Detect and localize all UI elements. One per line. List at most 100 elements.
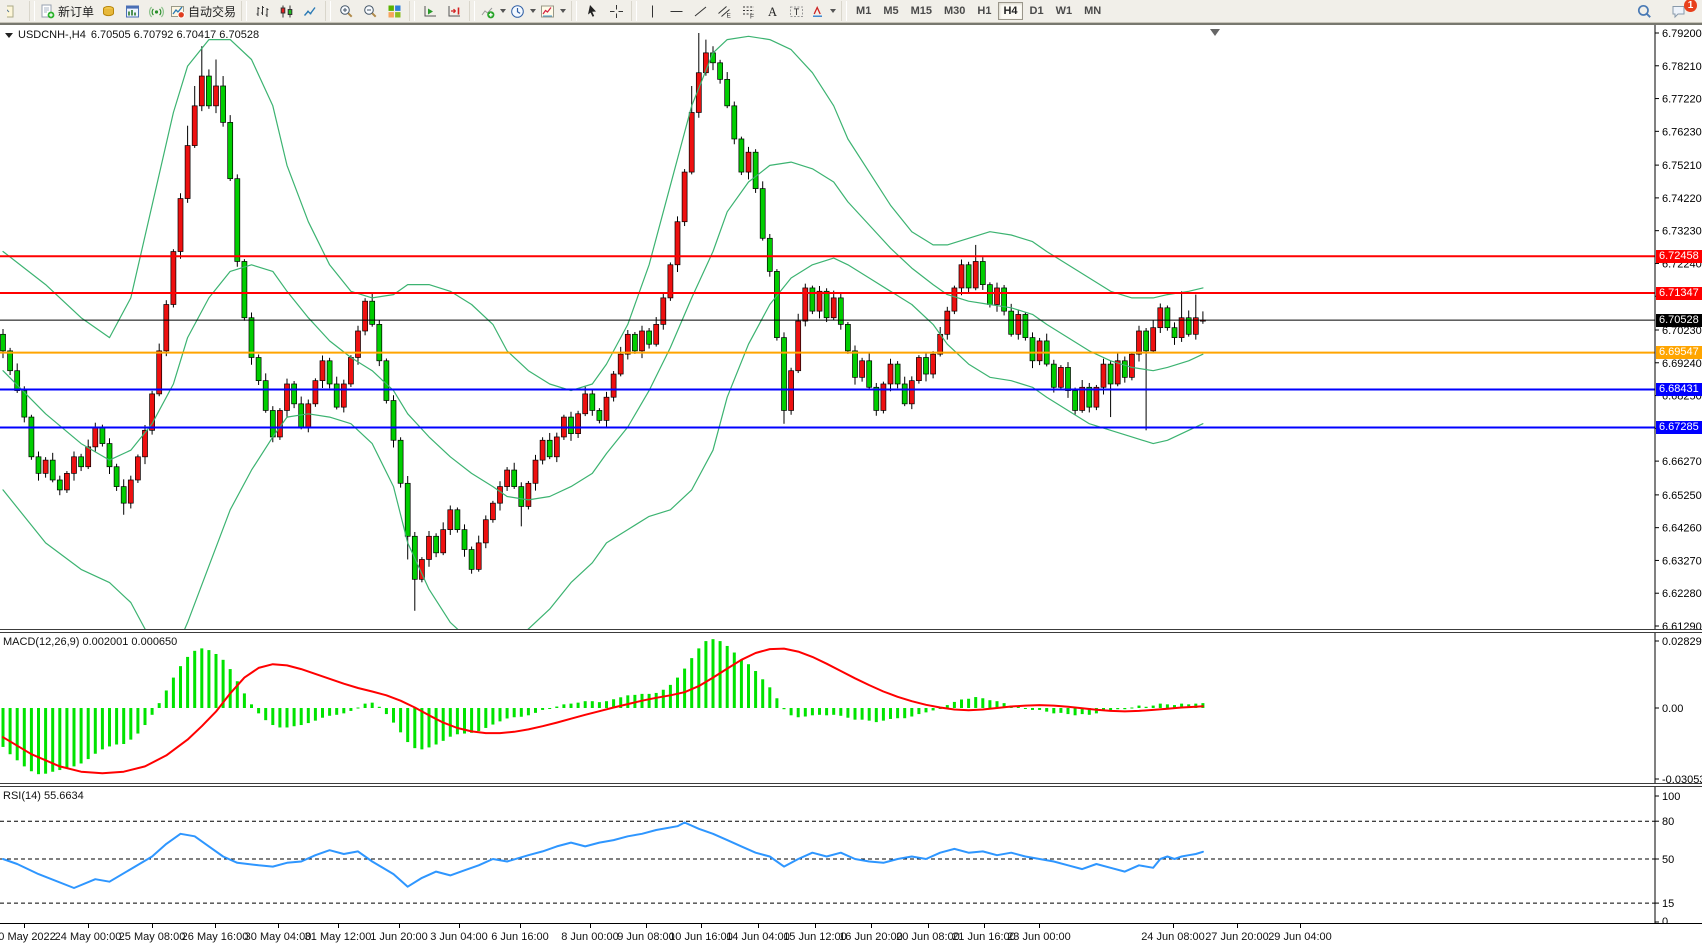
- new-order-button[interactable]: 新订单: [38, 1, 96, 21]
- rsi-tick-label: 15: [1662, 898, 1674, 910]
- time-tick: [459, 924, 460, 928]
- time-tick: [1039, 924, 1040, 928]
- label-button[interactable]: T: [784, 1, 808, 21]
- signal-button[interactable]: [144, 1, 168, 21]
- price-tick-label: 6.63270: [1662, 555, 1702, 567]
- trendline-button[interactable]: [688, 1, 712, 21]
- zoom-out-icon: [363, 4, 378, 19]
- shift-button[interactable]: [442, 1, 466, 21]
- chevron-down-icon[interactable]: [500, 9, 506, 13]
- price-level-badge: 6.68431: [1656, 383, 1702, 396]
- timeframe-button-d1[interactable]: D1: [1025, 2, 1049, 20]
- timeframe-button-w1[interactable]: W1: [1051, 2, 1078, 20]
- price-tick-label: 6.66270: [1662, 456, 1702, 468]
- time-tick: [646, 924, 647, 928]
- price-tick-label: 6.75210: [1662, 160, 1702, 172]
- arrows-button[interactable]: [808, 1, 838, 21]
- symbol-collapse-icon[interactable]: [5, 33, 13, 38]
- linechart-button[interactable]: [298, 1, 322, 21]
- time-tick-label: 23 Jun 00:00: [994, 931, 1084, 943]
- zoom-out-button[interactable]: [358, 1, 382, 21]
- time-tick: [278, 924, 279, 928]
- price-tick-label: 6.76230: [1662, 126, 1702, 138]
- template-icon: [540, 4, 555, 19]
- periods-button[interactable]: [508, 1, 538, 21]
- price-tick-label: 6.79200: [1662, 28, 1702, 40]
- chevron-down-icon[interactable]: [830, 9, 836, 13]
- vline-button[interactable]: [640, 1, 664, 21]
- time-tick: [701, 924, 702, 928]
- price-tick-label: 6.73230: [1662, 226, 1702, 238]
- rsi-label: RSI(14) 55.6634: [3, 790, 84, 802]
- svg-text:T: T: [793, 6, 799, 16]
- rsi-panel-canvas[interactable]: 1008050150: [0, 787, 1702, 923]
- candles-button[interactable]: [274, 1, 298, 21]
- chart-window: USDCNH-,H4 6.70505 6.70792 6.70417 6.705…: [0, 25, 1702, 946]
- timeframe-button-h1[interactable]: H1: [972, 2, 996, 20]
- time-tick: [520, 924, 521, 928]
- price-level-badge: 6.71347: [1656, 287, 1702, 300]
- shift-icon: [447, 4, 462, 19]
- hline-button[interactable]: [664, 1, 688, 21]
- price-tick-label: 6.61290: [1662, 621, 1702, 629]
- timeframe-button-m30[interactable]: M30: [939, 2, 970, 20]
- symbol-info: USDCNH-,H4 6.70505 6.70792 6.70417 6.705…: [5, 29, 259, 41]
- market-watch-icon: [125, 4, 140, 19]
- indicators-icon: [480, 4, 495, 19]
- price-level-badge: 6.72458: [1656, 250, 1702, 263]
- chevron-down-icon[interactable]: [530, 9, 536, 13]
- crosshair-button[interactable]: [604, 1, 628, 21]
- text-button[interactable]: A: [760, 1, 784, 21]
- dock-button[interactable]: [2, 1, 26, 21]
- timeframe-button-m15[interactable]: M15: [906, 2, 937, 20]
- symbol-ohlc: 6.70505 6.70792 6.70417 6.70528: [91, 29, 259, 41]
- crosshair-icon: [609, 4, 624, 19]
- autotrade-button[interactable]: 自动交易: [168, 1, 238, 21]
- autoscroll-icon: [423, 4, 438, 19]
- chevron-down-icon[interactable]: [560, 9, 566, 13]
- timeframe-button-m5[interactable]: M5: [878, 2, 903, 20]
- time-tick: [24, 924, 25, 928]
- time-tick: [758, 924, 759, 928]
- price-tick-label: 6.78210: [1662, 61, 1702, 73]
- timeframe-button-h4[interactable]: H4: [998, 2, 1022, 20]
- bars-icon: [255, 4, 270, 19]
- time-tick: [590, 924, 591, 928]
- svg-text:A: A: [768, 5, 777, 19]
- market-watch-button[interactable]: [120, 1, 144, 21]
- candles-icon: [279, 4, 294, 19]
- time-tick: [215, 924, 216, 928]
- indicators-button[interactable]: [478, 1, 508, 21]
- rsi-tick-label: 0: [1662, 916, 1668, 923]
- signal-icon: [149, 4, 164, 19]
- search-button[interactable]: [1632, 1, 1656, 21]
- timeframe-button-mn[interactable]: MN: [1079, 2, 1106, 20]
- main-chart-canvas[interactable]: 6.792006.782106.772206.762306.752106.742…: [0, 25, 1702, 629]
- price-tick-label: 6.70230: [1662, 325, 1702, 337]
- toolbar-separator: [325, 1, 331, 21]
- time-tick: [399, 924, 400, 928]
- channel-icon: E: [717, 4, 732, 19]
- time-tick: [1173, 924, 1174, 928]
- cursor-button[interactable]: [580, 1, 604, 21]
- fibo-icon: F: [741, 4, 756, 19]
- time-tick: [1237, 924, 1238, 928]
- time-axis[interactable]: 20 May 202224 May 00:0025 May 08:0026 Ma…: [0, 923, 1702, 946]
- bars-button[interactable]: [250, 1, 274, 21]
- fibo-button[interactable]: F: [736, 1, 760, 21]
- gold-button[interactable]: [96, 1, 120, 21]
- rsi-tick-label: 50: [1662, 854, 1674, 866]
- channel-button[interactable]: E: [712, 1, 736, 21]
- autoscroll-button[interactable]: [418, 1, 442, 21]
- zoom-in-button[interactable]: [334, 1, 358, 21]
- template-button[interactable]: [538, 1, 568, 21]
- chat-notification-badge: 1: [1684, 0, 1697, 12]
- macd-panel-canvas[interactable]: 0.028290.00-0.030537: [0, 633, 1702, 783]
- chat-button[interactable]: 1: [1666, 1, 1690, 21]
- label-icon: T: [789, 4, 804, 19]
- text-icon: A: [765, 4, 780, 19]
- time-tick: [1300, 924, 1301, 928]
- tile-button[interactable]: [382, 1, 406, 21]
- tile-icon: [387, 4, 402, 19]
- timeframe-button-m1[interactable]: M1: [851, 2, 876, 20]
